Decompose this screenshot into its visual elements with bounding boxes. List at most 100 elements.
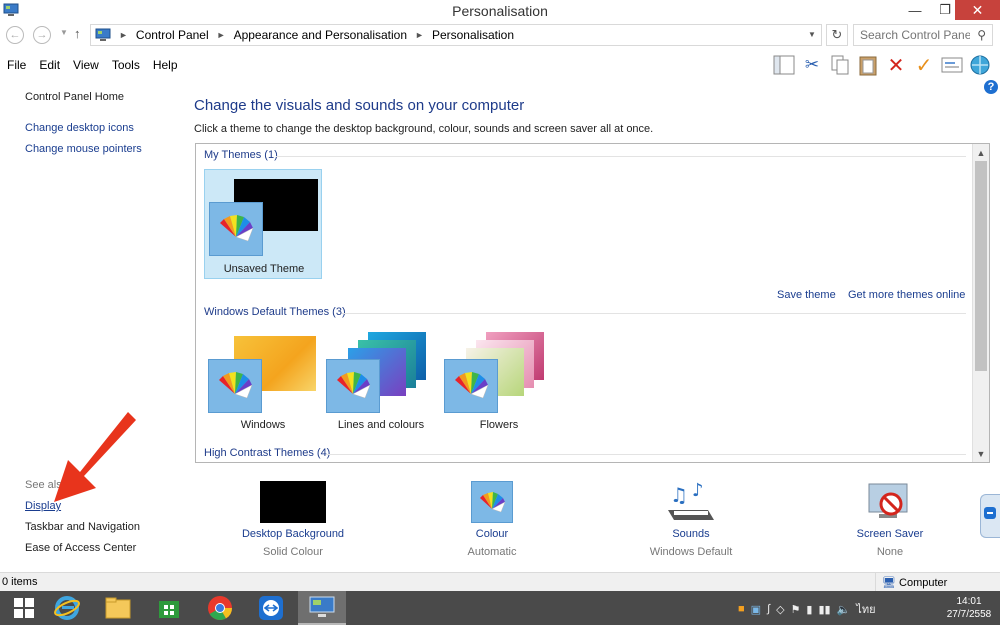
back-button[interactable]: ← [6,26,24,44]
breadcrumb-separator[interactable]: ► [119,30,128,40]
breadcrumb-personalisation[interactable]: Personalisation [432,28,514,42]
see-also-label: See also [25,479,68,491]
network-status-icon[interactable]: ▣ [751,603,761,616]
scrollbar-thumb[interactable] [975,161,987,371]
clock-date: 27/7/2558 [946,609,992,620]
menu-bar: File Edit View Tools Help ✂ ✕ ✓ [0,52,1000,78]
setting-name[interactable]: Colour [417,528,567,540]
copy-icon[interactable] [828,52,852,78]
scrollbar[interactable]: ▲ ▼ [972,144,989,462]
save-theme-link[interactable]: Save theme [777,289,836,301]
colour-palette-icon [471,481,513,523]
setting-name[interactable]: Sounds [616,528,766,540]
computer-icon: 🖥 [882,577,896,589]
colour-palette-icon [326,359,380,413]
menu-tools[interactable]: Tools [112,58,140,72]
action-center-flag-icon[interactable]: ⚑ [791,603,801,616]
close-button[interactable]: ✕ [955,0,1000,20]
windows-flag-icon[interactable]: ■ [738,603,745,615]
start-icon[interactable] [0,591,48,625]
screen-saver-setting[interactable]: Screen Saver None [815,478,965,562]
search-field[interactable]: ⚲ [853,24,993,46]
search-icon[interactable]: ⚲ [977,28,986,42]
control-panel-home-link[interactable]: Control Panel Home [25,91,124,103]
display-link[interactable]: Display [25,500,61,512]
setting-name[interactable]: Screen Saver [815,528,965,540]
control-panel-taskbar-icon[interactable] [298,591,346,625]
change-mouse-pointers-link[interactable]: Change mouse pointers [25,143,142,155]
recent-locations-dropdown[interactable]: ▼ [60,28,68,37]
my-themes-header[interactable]: My Themes (1) [204,149,278,161]
group-divider [326,454,966,455]
scroll-up-icon[interactable]: ▲ [973,144,989,161]
paste-icon[interactable] [856,52,880,78]
internet-explorer-icon[interactable] [43,591,91,625]
setting-value: Automatic [467,546,517,558]
breadcrumb-control-panel[interactable]: Control Panel [136,28,209,42]
breadcrumb-separator[interactable]: ► [217,30,226,40]
theme-flowers[interactable]: Flowers [440,324,558,434]
change-desktop-icons-link[interactable]: Change desktop icons [25,122,134,134]
forward-button[interactable]: → [33,26,51,44]
checkmark-icon[interactable]: ✓ [912,52,936,78]
chrome-icon[interactable] [196,591,244,625]
volume-icon[interactable]: 🔈 [837,603,851,616]
help-icon[interactable]: ? [984,80,998,94]
tray-diamond-icon[interactable]: ◇ [776,603,784,616]
status-location: 🖥 Computer [875,573,1000,591]
cut-icon[interactable]: ✂ [800,52,824,78]
theme-label: Lines and colours [337,419,425,431]
store-icon[interactable] [145,591,193,625]
layout-icon[interactable] [772,52,796,78]
setting-name[interactable]: Desktop Background [218,528,368,540]
breadcrumb-separator[interactable]: ► [415,30,424,40]
rename-icon[interactable] [940,52,964,78]
menu-help[interactable]: Help [153,58,178,72]
chevron-down-icon[interactable]: ▼ [808,30,816,39]
battery-icon[interactable]: ▮ [806,603,812,616]
teamviewer-icon[interactable] [247,591,295,625]
bluetooth-icon[interactable]: ∫ [767,603,770,615]
up-button[interactable]: ↑ [74,26,81,41]
minimize-button[interactable]: — [900,0,930,20]
desktop-background-icon [260,481,326,523]
left-navigation-pane: Control Panel Home Change desktop icons … [0,78,185,572]
refresh-button[interactable]: ↻ [826,24,848,46]
theme-windows[interactable]: Windows [204,324,322,434]
group-divider [276,156,966,157]
signal-icon[interactable]: ▮▮ [818,603,830,616]
colour-setting[interactable]: Colour Automatic [417,478,567,562]
window-title: Personalisation [452,3,548,19]
clock-time: 14:01 [956,596,982,607]
theme-lines-and-colours[interactable]: Lines and colours [322,324,440,434]
clock[interactable]: 14:01 27/7/2558 [940,595,998,621]
teamviewer-side-tab[interactable] [980,494,1000,538]
group-divider [342,313,966,314]
breadcrumb-appearance[interactable]: Appearance and Personalisation [234,28,407,42]
screen-saver-icon [868,483,908,518]
taskbar: ■ ▣ ∫ ◇ ⚑ ▮ ▮▮ 🔈 ไทย 14:01 27/7/2558 [0,591,1000,625]
breadcrumb[interactable]: ► Control Panel ► Appearance and Persona… [90,24,822,46]
default-themes-header[interactable]: Windows Default Themes (3) [204,306,346,318]
scroll-down-icon[interactable]: ▼ [973,445,989,462]
theme-unsaved[interactable]: Unsaved Theme [204,169,322,279]
file-explorer-icon[interactable] [94,591,142,625]
item-count: 0 items [2,576,38,588]
sounds-setting[interactable]: ♫ ♪ Sounds Windows Default [616,478,766,562]
get-more-themes-link[interactable]: Get more themes online [848,289,965,301]
theme-list: My Themes (1) Unsaved Theme Save theme G… [195,143,990,463]
setting-value: Windows Default [649,546,733,558]
high-contrast-themes-header[interactable]: High Contrast Themes (4) [204,447,330,459]
menu-view[interactable]: View [73,58,99,72]
delete-icon[interactable]: ✕ [884,52,908,78]
taskbar-navigation-link[interactable]: Taskbar and Navigation [25,521,140,533]
menu-file[interactable]: File [7,58,26,72]
setting-value: Solid Colour [263,546,323,558]
menu-edit[interactable]: Edit [39,58,60,72]
page-description: Click a theme to change the desktop back… [194,123,654,135]
ease-of-access-link[interactable]: Ease of Access Center [25,542,136,554]
search-input[interactable] [860,28,970,42]
network-icon[interactable] [968,52,992,78]
language-indicator[interactable]: ไทย [856,600,875,618]
desktop-background-setting[interactable]: Desktop Background Solid Colour [218,478,368,562]
